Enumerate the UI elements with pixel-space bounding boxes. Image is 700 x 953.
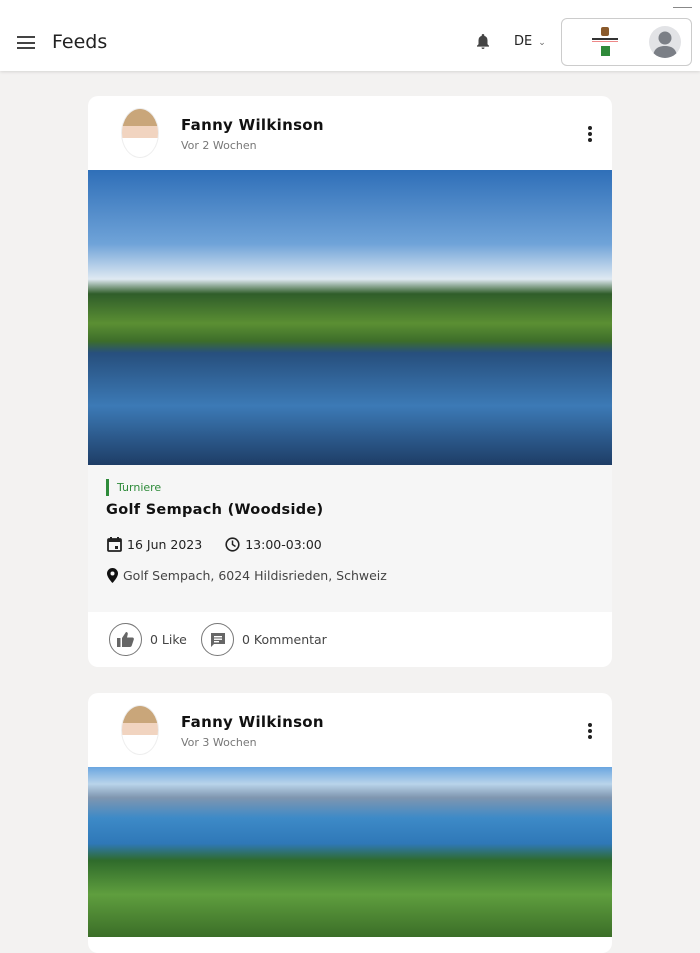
location-pin-icon	[107, 568, 118, 583]
user-avatar	[649, 26, 681, 58]
more-options-icon[interactable]	[588, 723, 592, 741]
author-avatar	[121, 705, 159, 755]
like-button[interactable]	[109, 623, 142, 656]
clock-icon	[225, 537, 240, 552]
language-value: DE	[514, 34, 533, 49]
page-title: Feeds	[52, 31, 108, 53]
thumbs-up-icon	[117, 632, 134, 647]
event-category: Turniere	[106, 479, 161, 496]
language-select[interactable]: DE ⌄	[514, 34, 546, 49]
like-count: 0 Like	[150, 632, 187, 647]
author-avatar	[121, 108, 159, 158]
feed-post: Fanny Wilkinson Vor 3 Wochen	[88, 693, 612, 953]
notification-bell-icon[interactable]	[476, 34, 490, 50]
calendar-icon	[107, 537, 122, 552]
feed-post: Fanny Wilkinson Vor 2 Wochen Turniere Go…	[88, 96, 612, 667]
post-image[interactable]	[88, 170, 612, 465]
chevron-down-icon: ⌄	[538, 38, 546, 48]
comment-count: 0 Kommentar	[242, 632, 327, 647]
club-logo	[592, 27, 618, 56]
account-button[interactable]	[561, 18, 692, 66]
event-info[interactable]: Turniere Golf Sempach (Woodside) 16 Jun …	[88, 465, 612, 612]
event-time: 13:00-03:00	[245, 537, 322, 552]
more-options-icon[interactable]	[588, 126, 592, 144]
post-image[interactable]	[88, 767, 612, 937]
comment-button[interactable]	[201, 623, 234, 656]
author-name[interactable]: Fanny Wilkinson	[181, 116, 324, 134]
author-name[interactable]: Fanny Wilkinson	[181, 713, 324, 731]
event-location: Golf Sempach, 6024 Hildisrieden, Schweiz	[123, 568, 387, 583]
window-minimize	[673, 7, 692, 8]
top-bar: Feeds DE ⌄	[0, 0, 700, 71]
post-time: Vor 2 Wochen	[181, 139, 257, 152]
event-date: 16 Jun 2023	[127, 537, 203, 552]
menu-icon[interactable]	[17, 36, 35, 49]
event-title: Golf Sempach (Woodside)	[106, 502, 324, 518]
post-time: Vor 3 Wochen	[181, 736, 257, 749]
comment-icon	[210, 632, 225, 647]
